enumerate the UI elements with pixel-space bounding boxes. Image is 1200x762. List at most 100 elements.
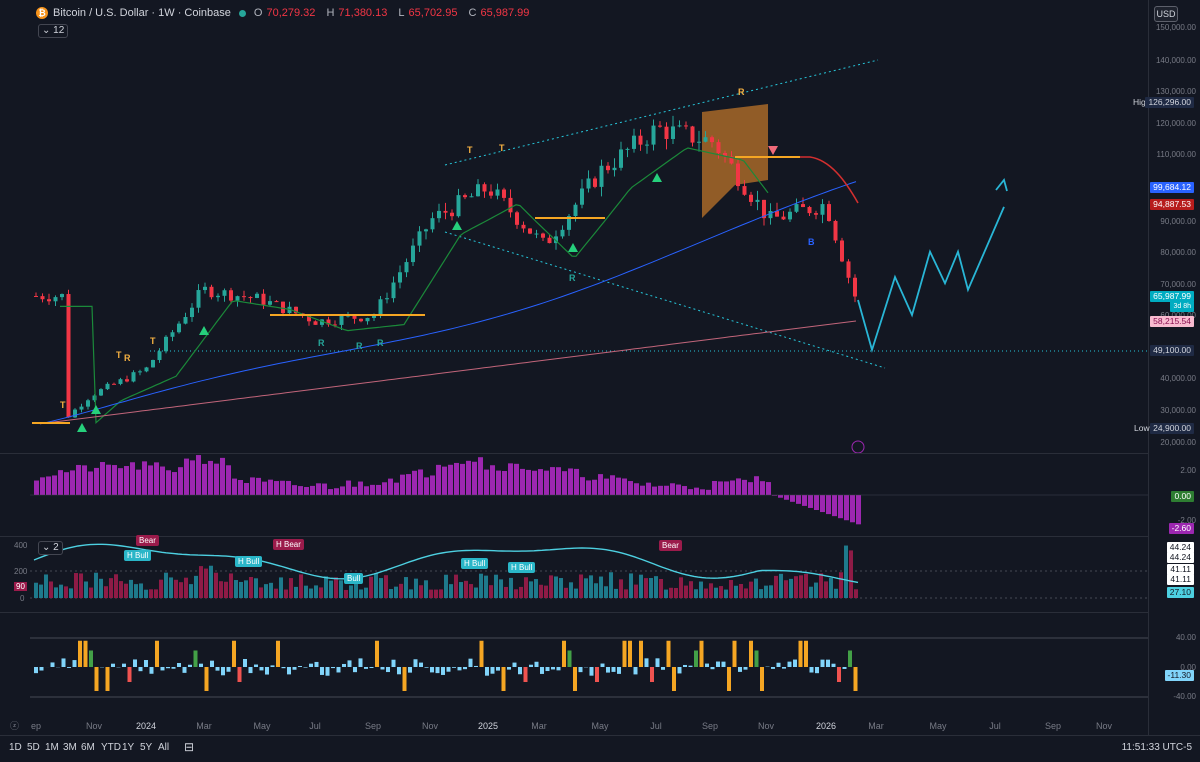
macd-bar: [670, 483, 675, 495]
macd-bar: [238, 480, 243, 495]
volume-bar: [524, 577, 528, 598]
price-axis-label: 110,000.00: [1150, 150, 1196, 159]
volume-bar: [364, 588, 368, 598]
range-1m-button[interactable]: 1M: [45, 742, 59, 753]
projection-path: [858, 207, 1004, 350]
range-all-button[interactable]: All: [158, 742, 169, 753]
oscillator-bar: [463, 667, 467, 669]
buy-triangle-icon: [199, 326, 209, 335]
volume-bar: [544, 586, 548, 598]
oscillator-bar: [843, 667, 847, 669]
macd-bar: [430, 475, 435, 495]
alert-icon: [852, 441, 864, 453]
candle: [99, 389, 103, 395]
t-marker: T: [150, 336, 156, 346]
macd-bar: [598, 474, 603, 495]
oscillator-bar: [276, 641, 280, 667]
macd-bar: [628, 481, 633, 495]
macd-bar: [856, 495, 861, 524]
bear-marker: Bear: [659, 540, 682, 551]
macd-bar: [640, 486, 645, 495]
oscillator-bar: [51, 662, 55, 667]
candle: [229, 290, 233, 300]
volume-bar: [229, 573, 233, 598]
currency-button[interactable]: USD: [1154, 6, 1178, 22]
t-marker: T: [467, 145, 473, 155]
oscillator-bar: [232, 641, 236, 667]
oscillator-bar: [106, 667, 110, 691]
symbol-title[interactable]: Bitcoin / U.S. Dollar · 1W · Coinbase: [53, 7, 231, 19]
range-3m-button[interactable]: 3M: [63, 742, 77, 753]
range-5d-button[interactable]: 5D: [27, 742, 40, 753]
candle: [665, 127, 669, 139]
buy-triangle-icon: [568, 243, 578, 252]
volume-bar: [699, 582, 703, 598]
macd-bar: [796, 495, 801, 504]
candle: [697, 142, 701, 143]
oscillator-bar: [144, 660, 148, 667]
low-price-tag: 24,900.00: [1150, 423, 1194, 434]
volume-bar: [164, 573, 168, 598]
oscillator-bar: [848, 651, 852, 668]
volume-bar: [474, 588, 478, 598]
volume-bar: [234, 580, 238, 598]
pane-collapse-button[interactable]: ⌄ 2: [38, 541, 63, 555]
oscillator-bar: [705, 664, 709, 667]
bear-marker: Bear: [136, 535, 159, 546]
volume-bar: [499, 579, 503, 598]
range-5y-button[interactable]: 5Y: [140, 742, 152, 753]
oscillator-bar: [194, 651, 198, 668]
macd-bar: [532, 471, 537, 495]
volume-bar: [194, 576, 198, 598]
candle: [548, 238, 552, 243]
volume-bar: [299, 574, 303, 598]
candle: [67, 294, 71, 417]
time-axis-label: Mar: [196, 721, 212, 731]
volume-bar: [344, 590, 348, 598]
volume-bar: [849, 550, 853, 598]
chart-canvas[interactable]: [0, 0, 1200, 761]
macd-bar: [646, 483, 651, 495]
macd-bar: [706, 490, 711, 495]
range-ytd-button[interactable]: YTD: [101, 742, 121, 753]
range-1d-button[interactable]: 1D: [9, 742, 22, 753]
candle: [561, 230, 565, 237]
macd-bar: [556, 467, 561, 495]
volume-bar: [824, 581, 828, 598]
indicators-toggle-button[interactable]: ⌄ 12: [38, 24, 68, 38]
macd-bar: [508, 463, 513, 495]
oscillator-bar: [628, 641, 632, 667]
volume-bar: [769, 585, 773, 598]
price-axis-label: 70,000.00: [1150, 280, 1196, 289]
candle: [60, 294, 64, 297]
macd-bar: [562, 471, 567, 495]
volume-bar: [59, 585, 63, 598]
oscillator-bar: [78, 641, 82, 667]
oscillator-bar: [722, 662, 726, 667]
projection-arrow-icon: [996, 180, 1007, 191]
volume-bar: [389, 589, 393, 598]
volume-bar: [654, 576, 658, 598]
time-axis-label: Sep: [1045, 721, 1061, 731]
volume-bar: [709, 583, 713, 598]
volume-bar: [809, 587, 813, 598]
range-1y-button[interactable]: 1Y: [122, 742, 134, 753]
time-axis-label: May: [929, 721, 946, 731]
macd-bar: [526, 470, 531, 495]
macd-bar: [106, 465, 111, 495]
macd-bar: [664, 486, 669, 495]
volume-bar: [259, 587, 263, 598]
date-range-icon[interactable]: ⊟: [184, 740, 194, 754]
oscillator-bar: [546, 667, 550, 671]
macd-bar: [832, 495, 837, 516]
time-axis-label: Jul: [650, 721, 662, 731]
range-6m-button[interactable]: 6M: [81, 742, 95, 753]
price-axis-label: 40,000.00: [1150, 374, 1196, 383]
candle: [34, 296, 38, 297]
candle: [834, 221, 838, 241]
oscillator-bar: [612, 667, 616, 672]
h-bull-marker: H Bull: [235, 556, 262, 567]
macd-bar: [550, 467, 555, 495]
macd-bar: [604, 479, 609, 495]
macd-bar: [844, 495, 849, 520]
